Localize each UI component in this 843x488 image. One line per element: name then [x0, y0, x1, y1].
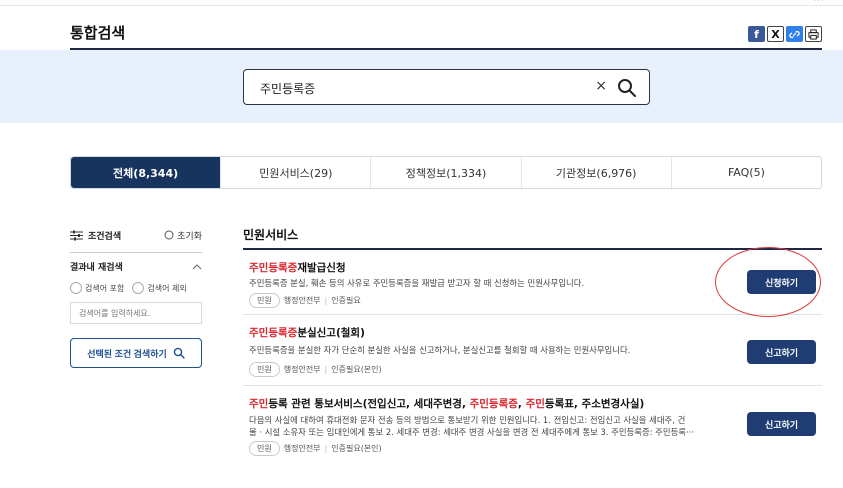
filter-sidebar: 조건검색 초기화 결과내 재검색 검색어 포함 검색어 제외 선택된 조건 검색… — [70, 226, 202, 368]
utility-dots: ··· — [813, 0, 825, 6]
result-agency: 행정안전부 — [283, 365, 321, 374]
page-header: 통합검색 f X — [70, 18, 822, 50]
result-item: 주민등록증재발급신청 주민등록증 분실, 훼손 등의 사유로 주민등록증을 재발… — [243, 250, 822, 315]
filter-sliders-icon — [70, 230, 83, 240]
report-button[interactable]: 신고하기 — [747, 412, 816, 436]
condition-label: 조건검색 — [88, 231, 122, 242]
search-band: × — [0, 50, 843, 123]
refine-options: 검색어 포함 검색어 제외 — [70, 282, 202, 294]
result-title-rest: 재발급신청 — [297, 262, 346, 274]
report-button[interactable]: 신고하기 — [747, 340, 816, 364]
clear-search-icon[interactable]: × — [595, 78, 607, 94]
result-auth: 인증필요 — [331, 296, 361, 305]
result-tag: 민원 — [249, 362, 280, 377]
search-icon[interactable] — [615, 76, 639, 100]
share-toolbar: f X — [748, 26, 822, 42]
result-agency: 행정안전부 — [283, 444, 321, 453]
section-title: 민원서비스 — [243, 226, 822, 250]
search-box: × — [243, 69, 650, 105]
reset-icon — [164, 230, 174, 240]
refine-search-input[interactable] — [70, 302, 202, 324]
result-description: 주민등록증 분실, 훼손 등의 사유로 주민등록증을 재발급 받고자 할 때 신… — [249, 278, 585, 288]
meta-separator: | — [324, 365, 328, 374]
result-title-part: , — [517, 398, 526, 410]
tab-policy-info[interactable]: 정책정보(1,334) — [370, 157, 520, 188]
radio-include-label: 검색어 포함 — [85, 283, 125, 293]
print-icon[interactable] — [805, 26, 822, 42]
link-icon-glyph — [789, 30, 800, 38]
apply-conditions-label: 선택된 조건 검색하기 — [87, 348, 167, 359]
result-description: 주민등록증을 분실한 자가 단순히 분실한 사실을 신고하거나, 분실신고를 철… — [249, 345, 631, 355]
results-main: 민원서비스 주민등록증재발급신청 주민등록증 분실, 훼손 등의 사유로 주민등… — [243, 226, 822, 456]
result-auth: 인증필요(본인) — [331, 444, 382, 453]
result-meta: 민원 행정안전부 | 인증필요(본인) — [249, 362, 382, 377]
result-title[interactable]: 주민등록 관련 통보서비스(전입신고, 세대주변경, 주민등록증, 주민등록표,… — [249, 396, 644, 411]
sidebar-divider — [70, 252, 202, 253]
result-title-part: 등록 관련 통보서비스(전입신고, 세대주변경, — [268, 398, 470, 410]
result-meta: 민원 행정안전부 | 인증필요(본인) — [249, 441, 382, 456]
result-title-part: 주민 — [525, 398, 545, 410]
top-utility-bar: ··· — [0, 0, 843, 6]
page-title: 통합검색 — [70, 24, 126, 42]
result-description-line2: 물 · 시설 소유자 또는 임대인에게 통보 2. 세대주 변경: 세대주 변경… — [249, 427, 694, 437]
meta-separator: | — [324, 444, 328, 453]
print-icon-glyph — [808, 28, 819, 40]
condition-header: 조건검색 초기화 — [70, 226, 202, 244]
radio-include-circle — [70, 282, 82, 294]
result-title-highlight: 주민등록증 — [249, 262, 298, 274]
chevron-up-icon — [192, 263, 202, 269]
result-description-line1: 다음의 사실에 대하여 휴대전화 문자 전송 등의 방법으로 통보받기 위한 민… — [249, 415, 686, 425]
link-icon[interactable] — [786, 26, 803, 42]
reset-label: 초기화 — [177, 231, 202, 242]
tab-civil-service[interactable]: 민원서비스(29) — [220, 157, 370, 188]
radio-exclude-circle — [132, 282, 145, 294]
tab-agency-info[interactable]: 기관정보(6,976) — [520, 157, 671, 188]
result-title[interactable]: 주민등록증분실신고(철회) — [249, 325, 365, 340]
radio-exclude[interactable]: 검색어 제외 — [132, 282, 187, 294]
meta-separator: | — [324, 296, 328, 305]
facebook-icon[interactable]: f — [748, 26, 765, 42]
radio-exclude-label: 검색어 제외 — [147, 283, 187, 293]
reset-button[interactable]: 초기화 — [164, 229, 202, 242]
refine-header[interactable]: 결과내 재검색 — [70, 260, 202, 273]
result-agency: 행정안전부 — [283, 296, 321, 305]
result-meta: 민원 행정안전부 | 인증필요 — [249, 293, 361, 308]
result-tag: 민원 — [249, 441, 280, 456]
radio-include[interactable]: 검색어 포함 — [70, 282, 124, 294]
condition-title: 조건검색 — [70, 229, 121, 242]
tab-faq[interactable]: FAQ(5) — [670, 157, 821, 188]
result-item: 주민등록증분실신고(철회) 주민등록증을 분실한 자가 단순히 분실한 사실을 … — [243, 315, 822, 386]
result-title-rest: 분실신고(철회) — [297, 327, 365, 339]
result-title[interactable]: 주민등록증재발급신청 — [249, 260, 346, 275]
result-item: 주민등록 관련 통보서비스(전입신고, 세대주변경, 주민등록증, 주민등록표,… — [243, 386, 822, 456]
result-tag: 민원 — [249, 293, 280, 308]
refine-label: 결과내 재검색 — [70, 263, 123, 273]
search-input[interactable] — [260, 78, 590, 98]
x-icon[interactable]: X — [767, 26, 784, 42]
result-title-part: 주민등록증 — [469, 398, 518, 410]
result-auth: 인증필요(본인) — [331, 365, 382, 374]
apply-button[interactable]: 신청하기 — [747, 270, 816, 294]
category-tabs: 전체(8,344) 민원서비스(29) 정책정보(1,334) 기관정보(6,9… — [70, 156, 822, 189]
result-title-part: 주민 — [249, 398, 269, 410]
apply-conditions-button[interactable]: 선택된 조건 검색하기 — [70, 338, 202, 368]
result-title-part: 등록표, 주소변경사실) — [544, 398, 645, 410]
tab-all[interactable]: 전체(8,344) — [71, 157, 221, 188]
search-icon — [173, 347, 185, 359]
result-title-highlight: 주민등록증 — [249, 327, 298, 339]
